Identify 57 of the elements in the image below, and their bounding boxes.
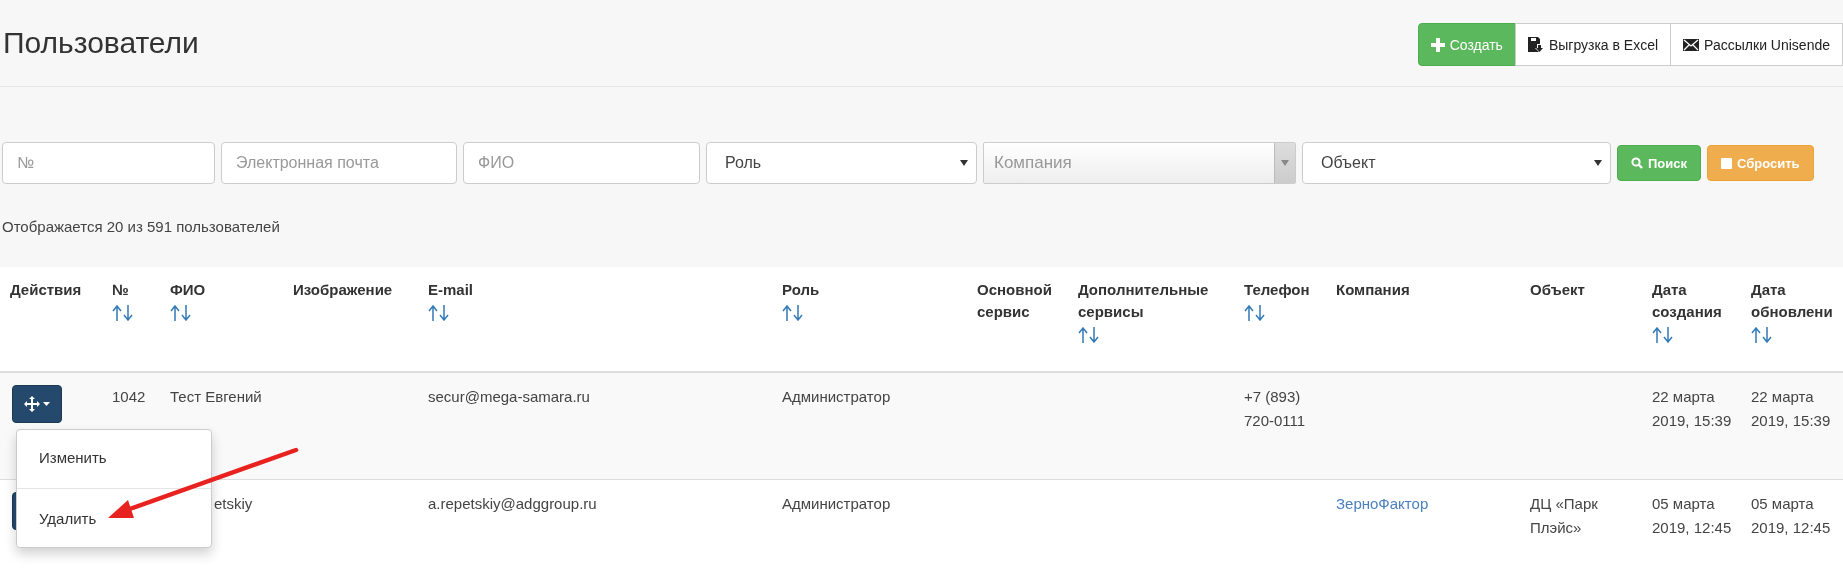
email-cell: secur@mega-samara.ru bbox=[428, 388, 590, 405]
role-cell: Администратор bbox=[782, 388, 891, 405]
sort-icon[interactable] bbox=[1652, 327, 1674, 343]
caret-icon bbox=[43, 402, 50, 406]
column-header: Дата обновлени bbox=[1751, 280, 1834, 322]
sort-icon[interactable] bbox=[170, 305, 192, 321]
email-cell: a.repetskiy@adggroup.ru bbox=[428, 495, 597, 512]
column-header: Основной сервис bbox=[977, 280, 1053, 322]
column-header: Изображение bbox=[293, 280, 393, 300]
date-cell: 05 марта 2019, 12:45 bbox=[1652, 495, 1732, 536]
phone-cell: +7 (893) 720-0111 bbox=[1244, 388, 1306, 429]
plus-icon bbox=[1430, 37, 1445, 52]
sort-icon[interactable] bbox=[1078, 327, 1100, 343]
column-header: Телефон bbox=[1244, 280, 1310, 300]
menu-item[interactable]: Удалить bbox=[17, 497, 117, 541]
role-select[interactable]: Роль bbox=[706, 142, 977, 184]
sort-icon[interactable] bbox=[428, 305, 450, 321]
role-cell: Администратор bbox=[782, 495, 891, 512]
search-icon bbox=[1631, 157, 1643, 169]
date-cell: 22 марта 2019, 15:39 bbox=[1751, 388, 1831, 429]
company-link[interactable]: ЗерноФактор bbox=[1336, 495, 1429, 512]
column-header: ФИО bbox=[170, 280, 206, 300]
sort-icon[interactable] bbox=[782, 305, 804, 321]
number-field[interactable]: № bbox=[2, 142, 215, 184]
export-button[interactable]: Выгрузка в Excel bbox=[1514, 23, 1672, 66]
name-cell: Тест Евгений bbox=[170, 388, 262, 405]
column-header: Роль bbox=[782, 280, 820, 300]
results-count: Отображается 20 из 591 пользователей bbox=[2, 218, 280, 235]
column-header: Объект bbox=[1530, 280, 1585, 300]
dropdown-caret-icon bbox=[1281, 160, 1289, 166]
square-icon bbox=[1721, 157, 1732, 169]
dropdown-caret-icon bbox=[1594, 160, 1602, 166]
sort-icon[interactable] bbox=[1751, 327, 1773, 343]
column-header: № bbox=[112, 280, 129, 300]
email-field[interactable]: Электронная почта bbox=[221, 142, 457, 184]
mailing-button[interactable]: Рассылки Unisende bbox=[1670, 23, 1843, 66]
name-field[interactable]: ФИО bbox=[463, 142, 700, 184]
column-header: E-mail bbox=[428, 280, 473, 300]
actions-button[interactable] bbox=[12, 385, 62, 423]
sort-icon[interactable] bbox=[1244, 305, 1266, 321]
dropdown-caret-icon bbox=[960, 160, 968, 166]
object-select[interactable]: Объект bbox=[1302, 142, 1611, 184]
name-cell: etskiy bbox=[214, 495, 253, 512]
move-icon bbox=[24, 396, 40, 412]
column-header: Дополнительные сервисы bbox=[1078, 280, 1210, 322]
floppy-download-icon bbox=[1527, 37, 1544, 52]
menu-item[interactable]: Изменить bbox=[17, 436, 127, 480]
date-cell: 05 марта 2019, 12:45 bbox=[1751, 495, 1831, 536]
envelope-icon bbox=[1683, 38, 1700, 51]
object-cell: ДЦ «Парк Плэйс» bbox=[1530, 495, 1598, 536]
column-header: Действия bbox=[10, 280, 82, 300]
column-header: Дата создания bbox=[1652, 280, 1723, 322]
column-header: Компания bbox=[1336, 280, 1410, 300]
page-title: Пользователи bbox=[3, 26, 199, 60]
id-cell: 1042 bbox=[112, 388, 146, 405]
date-cell: 22 марта 2019, 15:39 bbox=[1652, 388, 1732, 429]
sort-icon[interactable] bbox=[112, 305, 134, 321]
